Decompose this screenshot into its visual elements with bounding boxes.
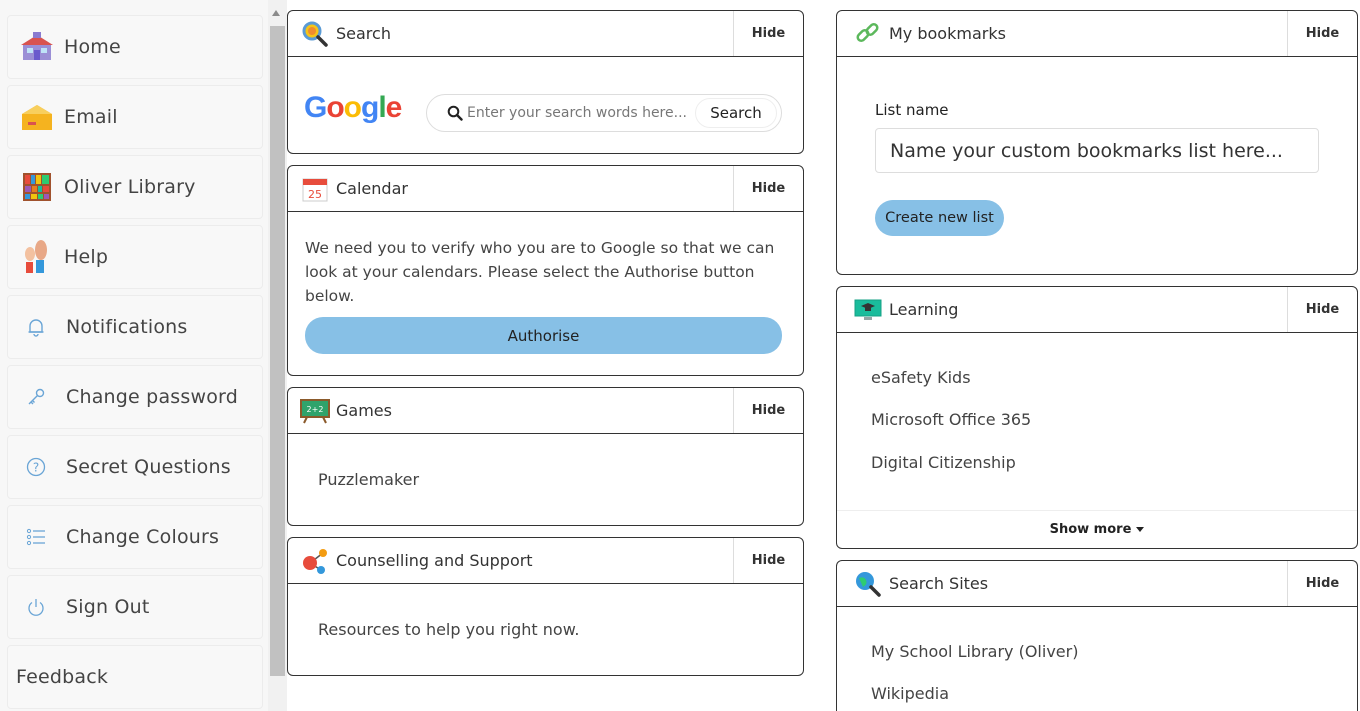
calendar-icon: 25	[300, 174, 330, 204]
bookmarks-panel: My bookmarks Hide List name Create new l…	[836, 10, 1358, 275]
google-logo-letter: o	[343, 91, 362, 124]
google-logo-letter: G	[304, 91, 327, 124]
calendar-panel: 25 Calendar Hide We need you to verify w…	[287, 165, 804, 376]
list-item[interactable]: My School Library (Oliver)	[871, 642, 1078, 661]
svg-text:?: ?	[33, 461, 39, 475]
list-item[interactable]: Wikipedia	[871, 684, 949, 703]
google-logo-letter: l	[378, 91, 386, 124]
sidebar-item-label: Notifications	[66, 316, 188, 338]
bell-icon	[24, 315, 48, 339]
sidebar-item-change-password[interactable]: Change password	[7, 365, 263, 429]
chalkboard-icon: 2+2	[300, 396, 330, 426]
list-item[interactable]: Microsoft Office 365	[871, 410, 1031, 429]
panel-title: Calendar	[336, 179, 408, 198]
sidebar-item-label: Feedback	[16, 666, 109, 688]
scroll-thumb[interactable]	[270, 26, 285, 676]
counselling-panel: Counselling and Support Hide Resources t…	[287, 537, 804, 676]
authorise-button[interactable]: Authorise	[305, 317, 782, 354]
panel-title: Learning	[889, 300, 959, 319]
calendar-icon-day: 25	[308, 188, 322, 201]
sidebar-item-label: Home	[64, 36, 121, 58]
panel-title: Search Sites	[889, 574, 989, 593]
panel-title: Search	[336, 24, 391, 43]
list-item[interactable]: Puzzlemaker	[318, 470, 419, 489]
support-network-icon	[300, 546, 330, 576]
scroll-up-arrow-icon[interactable]	[272, 10, 280, 16]
sidebar-item-oliver-library[interactable]: Oliver Library	[7, 155, 263, 219]
google-search-box[interactable]: Search	[426, 94, 782, 132]
bookshelf-icon	[20, 170, 54, 204]
list-item[interactable]: Digital Citizenship	[871, 453, 1016, 472]
chalkboard-text: 2+2	[307, 405, 324, 414]
google-logo: Google	[304, 91, 403, 125]
hide-button[interactable]: Hide	[733, 166, 803, 211]
panel-title: Counselling and Support	[336, 551, 533, 570]
hide-button[interactable]: Hide	[733, 11, 803, 56]
panel-title: Games	[336, 401, 392, 420]
question-circle-icon: ?	[24, 455, 48, 479]
list-name-input[interactable]	[875, 128, 1319, 173]
sidebar-scrollbar[interactable]	[268, 0, 287, 711]
sidebar-item-help[interactable]: Help	[7, 225, 263, 289]
sidebar-item-label: Secret Questions	[66, 456, 231, 478]
mailbox-icon	[20, 100, 54, 134]
sidebar-item-label: Email	[64, 106, 118, 128]
games-panel: 2+2 Games Hide Puzzlemaker	[287, 387, 804, 526]
search-icon	[447, 105, 463, 121]
sidebar-item-notifications[interactable]: Notifications	[7, 295, 263, 359]
search-panel: Search Hide Google Search	[287, 10, 804, 154]
hide-button[interactable]: Hide	[733, 388, 803, 433]
search-input[interactable]	[467, 105, 687, 121]
show-more-button[interactable]: Show more	[837, 510, 1357, 548]
show-more-label: Show more	[1049, 522, 1132, 537]
panel-header: 2+2 Games Hide	[288, 388, 803, 434]
sidebar-item-label: Help	[64, 246, 109, 268]
list-item[interactable]: Resources to help you right now.	[318, 620, 579, 639]
link-chain-icon	[853, 19, 883, 49]
panel-header: My bookmarks Hide	[837, 11, 1357, 57]
google-logo-letter: e	[385, 91, 403, 124]
hide-button[interactable]: Hide	[1287, 11, 1357, 56]
google-logo-letter: o	[326, 91, 344, 124]
create-new-list-button[interactable]: Create new list	[875, 200, 1004, 236]
sidebar-item-label: Change Colours	[66, 526, 220, 548]
list-name-label: List name	[875, 101, 949, 119]
panel-header: Search Sites Hide	[837, 561, 1357, 607]
hide-button[interactable]: Hide	[1287, 287, 1357, 332]
sidebar-item-home[interactable]: Home	[7, 15, 263, 79]
panel-header: Counselling and Support Hide	[288, 538, 803, 584]
sidebar-item-change-colours[interactable]: Change Colours	[7, 505, 263, 569]
list-item[interactable]: eSafety Kids	[871, 368, 971, 387]
globe-search-icon	[853, 569, 883, 599]
google-logo-letter: g	[361, 91, 379, 124]
list-icon	[24, 525, 48, 549]
sidebar-item-feedback[interactable]: Feedback	[7, 645, 263, 709]
caret-down-icon	[1136, 527, 1145, 532]
calendar-message: We need you to verify who you are to Goo…	[305, 239, 775, 305]
school-icon	[20, 30, 54, 64]
hide-button[interactable]: Hide	[733, 538, 803, 583]
power-icon	[24, 595, 48, 619]
panel-title: My bookmarks	[889, 24, 1006, 43]
sidebar: Home Email Oliver Library Help Notificat…	[0, 0, 268, 711]
sidebar-item-secret-questions[interactable]: ? Secret Questions	[7, 435, 263, 499]
panel-header: Learning Hide	[837, 287, 1357, 333]
search-sites-panel: Search Sites Hide My School Library (Oli…	[836, 560, 1358, 711]
sidebar-item-sign-out[interactable]: Sign Out	[7, 575, 263, 639]
hide-button[interactable]: Hide	[1287, 561, 1357, 606]
sidebar-item-email[interactable]: Email	[7, 85, 263, 149]
sidebar-item-label: Sign Out	[66, 596, 150, 618]
key-icon	[24, 385, 48, 409]
panel-header: Search Hide	[288, 11, 803, 57]
panel-header: 25 Calendar Hide	[288, 166, 803, 212]
graduation-monitor-icon	[853, 295, 883, 325]
sidebar-item-label: Oliver Library	[64, 176, 196, 198]
magnifier-icon	[300, 19, 330, 49]
learning-panel: Learning Hide eSafety Kids Microsoft Off…	[836, 286, 1358, 549]
sidebar-item-label: Change password	[66, 386, 238, 408]
search-button[interactable]: Search	[695, 98, 777, 128]
raised-hands-icon	[20, 240, 54, 274]
